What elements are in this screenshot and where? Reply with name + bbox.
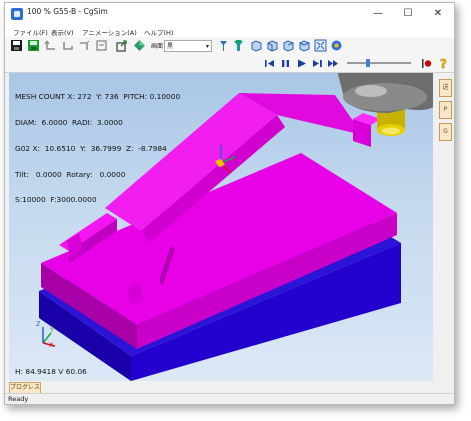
minimize-button[interactable]: — <box>363 3 393 25</box>
tool-holder-icon[interactable] <box>232 39 245 52</box>
maximize-button[interactable]: ☐ <box>393 3 423 25</box>
view-angle-readout: H: 84.9418 V 60.06 <box>15 367 87 376</box>
simulation-info-panel: MESH COUNT X: 272 Y: 736 PITCH: 0.10000 … <box>15 76 180 222</box>
view-side-icon[interactable] <box>298 39 311 52</box>
info-feed-line: S:10000 F:3000.0000 <box>15 195 97 205</box>
step-forward-icon[interactable] <box>311 57 324 70</box>
triad-z-label: Z <box>36 320 41 328</box>
info-tilt-line: Tilt: 0.0000 Rotary: 0.0000 <box>15 169 126 179</box>
speed-slider-thumb[interactable] <box>366 59 370 67</box>
window-title: 100 % G55-B - CgSim <box>27 7 108 16</box>
main-toolbar: 画面 黒 ▾ <box>5 37 454 56</box>
info-mesh-line: MESH COUNT X: 272 Y: 736 PITCH: 0.10000 <box>15 92 181 102</box>
tool-tip-cut <box>382 127 400 135</box>
save-green-icon[interactable] <box>27 39 40 52</box>
app-icon <box>11 8 23 20</box>
triad-y-label: Y <box>50 326 54 334</box>
zoom-fit-icon[interactable] <box>314 39 327 52</box>
menu-file[interactable]: ファイル(F) <box>13 27 48 37</box>
close-button[interactable]: ✕ <box>423 3 453 25</box>
fast-forward-icon[interactable] <box>327 57 340 70</box>
side-tab-feed[interactable]: 送 <box>439 79 452 97</box>
view-iso-icon[interactable] <box>250 39 263 52</box>
menu-view[interactable]: 表示(V) <box>51 27 74 37</box>
skip-start-icon[interactable] <box>263 57 276 70</box>
step-back-icon[interactable] <box>78 39 91 52</box>
side-tab-p[interactable]: P <box>439 101 452 119</box>
app-window: 100 % G55-B - CgSim — ☐ ✕ ファイル(F) 表示(V) … <box>4 2 455 405</box>
page-icon[interactable] <box>95 39 108 52</box>
view-select-value: 黒 <box>167 43 174 50</box>
view-top-icon[interactable] <box>282 39 295 52</box>
info-position-line: G02 X: 10.6510 Y: 36.7999 Z: -8.7984 <box>15 143 167 153</box>
solid-icon[interactable] <box>133 39 146 52</box>
export-icon[interactable] <box>115 39 128 52</box>
side-tab-panel: 送 P G <box>435 73 454 381</box>
chevron-down-icon: ▾ <box>205 43 209 50</box>
view-front-icon[interactable] <box>266 39 279 52</box>
tool-body-highlight <box>355 85 387 97</box>
pause-icon[interactable] <box>279 57 292 70</box>
undo-icon[interactable] <box>44 39 57 52</box>
stop-icon[interactable] <box>420 57 433 70</box>
menu-animation[interactable]: アニメーション(A) <box>82 27 137 37</box>
save-icon[interactable] <box>10 39 23 52</box>
help-icon[interactable]: ? <box>437 57 450 70</box>
side-tab-g[interactable]: G <box>439 123 452 141</box>
speed-slider[interactable] <box>347 59 411 67</box>
info-diam-line: DIAM: 6.0000 RADI: 3.0000 <box>15 117 123 127</box>
rotate-icon[interactable] <box>330 39 343 52</box>
view-select[interactable]: 黒 ▾ <box>164 40 212 52</box>
playback-toolbar: ? <box>5 55 454 73</box>
redo-icon[interactable] <box>61 39 74 52</box>
menu-bar: ファイル(F) 表示(V) アニメーション(A) ヘルプ(H) <box>5 25 454 37</box>
svg-text:?: ? <box>440 57 447 70</box>
status-bar: Ready <box>5 393 454 404</box>
view-select-caption: 画面 <box>151 43 164 50</box>
triad-x-label: X <box>49 341 54 349</box>
menu-help[interactable]: ヘルプ(H) <box>144 27 173 37</box>
simulation-viewport[interactable]: Z Y X MESH COUNT X: 272 Y: 736 PITCH: 0.… <box>9 73 433 381</box>
title-bar: 100 % G55-B - CgSim — ☐ ✕ <box>5 3 454 26</box>
tool-body-shade <box>343 83 427 111</box>
status-text: Ready <box>8 395 29 403</box>
tool-icon[interactable] <box>217 39 230 52</box>
play-icon[interactable] <box>295 57 308 70</box>
